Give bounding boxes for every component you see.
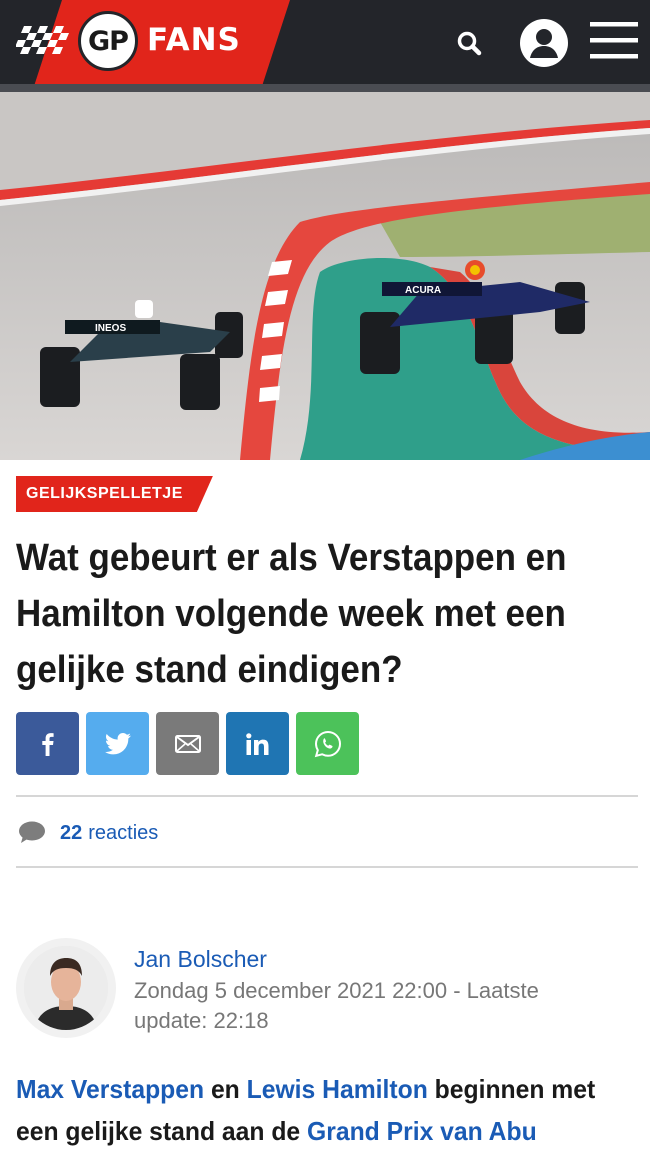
divider-top: [16, 795, 638, 797]
share-buttons: [16, 712, 359, 775]
share-whatsapp-button[interactable]: [296, 712, 359, 775]
publish-date: Zondag 5 december 2021 22:00 - Laatste u…: [134, 978, 539, 1033]
share-linkedin-button[interactable]: [226, 712, 289, 775]
comments-label: reacties: [88, 821, 159, 844]
user-icon: [520, 19, 568, 67]
hamburger-menu-icon: [590, 22, 638, 59]
logo-fans-text: FANS: [147, 22, 241, 58]
hero-sponsor-right: ACURA: [405, 285, 441, 296]
facebook-icon: [41, 732, 54, 756]
author-name[interactable]: Jan Bolscher: [134, 946, 267, 973]
category-badge-wrap: GELIJKSPELLETJE: [16, 476, 213, 512]
comment-bubble-icon: [19, 821, 45, 843]
site-logo[interactable]: GP FANS: [0, 0, 300, 84]
whatsapp-icon: [314, 730, 341, 757]
email-icon: [174, 734, 201, 753]
site-header: GP FANS: [0, 0, 650, 84]
comments-count: 22: [60, 821, 83, 844]
author-avatar[interactable]: [16, 938, 116, 1038]
hamburger-menu-button[interactable]: [590, 20, 640, 62]
logo-gp-text: GP: [88, 25, 129, 57]
intro-text-1: en: [204, 1074, 247, 1104]
comments-link[interactable]: 22 reacties: [18, 816, 158, 850]
share-twitter-button[interactable]: [86, 712, 149, 775]
search-button[interactable]: [452, 26, 488, 62]
logo-gp-circle: GP: [78, 11, 138, 71]
divider-bottom: [16, 866, 638, 868]
checkered-flag-icon: [16, 26, 69, 54]
article-intro: Max Verstappen en Lewis Hamilton beginne…: [16, 1068, 643, 1152]
link-grand-prix-abu-dhabi[interactable]: Grand Prix van Abu: [307, 1116, 537, 1146]
article-title: Wat gebeurt er als Verstappen en Hamilto…: [16, 537, 567, 691]
hero-image[interactable]: INEOS ACURA: [0, 92, 650, 460]
share-facebook-button[interactable]: [16, 712, 79, 775]
user-account-button[interactable]: [519, 18, 569, 68]
link-lewis-hamilton[interactable]: Lewis Hamilton: [247, 1074, 428, 1104]
search-icon: [457, 31, 482, 56]
race-track-photo: INEOS ACURA: [0, 92, 650, 460]
link-max-verstappen[interactable]: Max Verstappen: [16, 1074, 204, 1104]
header-bottom-strip: [0, 84, 650, 92]
linkedin-icon: [245, 732, 268, 755]
twitter-icon: [104, 732, 131, 754]
hero-sponsor-left: INEOS: [95, 323, 126, 334]
category-badge[interactable]: GELIJKSPELLETJE: [16, 476, 213, 512]
author-photo: [24, 946, 108, 1030]
share-email-button[interactable]: [156, 712, 219, 775]
